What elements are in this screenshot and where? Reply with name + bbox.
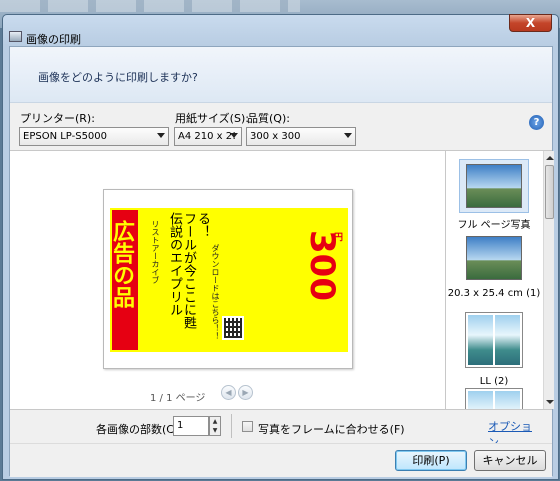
layout-thumb-wrap (459, 383, 529, 409)
two-photo-icon (465, 388, 523, 409)
title-bar: 画像の印刷 X (3, 14, 558, 46)
layout-scrollbar[interactable] (543, 151, 554, 409)
layout-thumb-wrap (459, 159, 529, 213)
copies-label: 各画像の部数(C): (96, 423, 182, 436)
divider (231, 414, 232, 438)
category-text: リストアーカイブ (151, 220, 160, 284)
window-title: 画像の印刷 (26, 33, 81, 46)
chevron-down-icon (230, 133, 238, 138)
badge-text: 広告の品 (110, 220, 135, 308)
headline-line3: る！ (195, 212, 210, 238)
copies-row: 各画像の部数(C): 1 ▲ ▼ 写真をフレームに合わせる(F) オプション..… (10, 409, 552, 449)
quality-select[interactable]: 300 x 300 (246, 127, 356, 146)
layout-thumb-wrap (459, 231, 529, 285)
layout-label: フル ページ写真 (457, 220, 531, 231)
paper-size-label: 用紙サイズ(S): (175, 112, 249, 125)
button-row: 印刷(P) キャンセル (10, 443, 552, 477)
currency-text: 円 (334, 233, 344, 243)
paper-size-value: A4 210 x 2! (178, 131, 237, 142)
layout-item-full-page[interactable]: フル ページ写真 (446, 159, 542, 231)
scrollbar-thumb[interactable] (545, 165, 554, 219)
flyer-image: 広告の品 リストアーカイブ 伝説のエイプリル フールが今ここに甦 る！ ダウンロ… (110, 208, 348, 352)
layout-item-20x25[interactable]: 20.3 x 25.4 cm (1) (446, 231, 542, 299)
stepper-up-icon[interactable]: ▲ (210, 417, 220, 426)
background-tabs (0, 0, 300, 12)
layout-label: 20.3 x 25.4 cm (1) (447, 288, 541, 299)
print-dialog: 画像の印刷 X 画像をどのように印刷しますか? プリンター(R): EPSON … (2, 14, 559, 480)
scroll-up-icon[interactable] (546, 156, 554, 160)
quality-value: 300 x 300 (250, 131, 301, 142)
page-indicator: 1 / 1 ページ (150, 393, 206, 404)
prev-page-button[interactable]: ◀ (221, 385, 236, 400)
headline-line1: 伝説のエイプリル (167, 212, 182, 316)
copies-input[interactable]: 1 (173, 416, 209, 436)
next-page-button[interactable]: ▶ (238, 385, 253, 400)
quality-label: 品質(Q): (247, 112, 290, 125)
landscape-photo-icon (466, 236, 522, 280)
fit-frame-checkbox[interactable] (242, 421, 253, 432)
paper-size-select[interactable]: A4 210 x 2! (174, 127, 242, 146)
help-icon[interactable]: ? (529, 115, 544, 130)
printer-select[interactable]: EPSON LP-S5000 (19, 127, 169, 146)
two-photo-icon (465, 312, 523, 368)
badge-block: 広告の品 (110, 210, 138, 350)
header-band: 画像をどのように印刷しますか? (10, 47, 552, 103)
chevron-down-icon (157, 133, 165, 138)
landscape-photo-icon (466, 164, 522, 208)
qr-code (222, 316, 244, 340)
copies-stepper[interactable]: ▲ ▼ (209, 416, 221, 436)
print-button[interactable]: 印刷(P) (395, 450, 467, 471)
preview-page: 広告の品 リストアーカイブ 伝説のエイプリル フールが今ここに甦 る！ ダウンロ… (103, 189, 353, 369)
printer-label: プリンター(R): (20, 112, 95, 125)
printer-value: EPSON LP-S5000 (23, 131, 108, 142)
headline-line2: フールが今ここに甦 (181, 212, 196, 329)
dialog-body: 画像をどのように印刷しますか? プリンター(R): EPSON LP-S5000… (9, 46, 554, 477)
stepper-down-icon[interactable]: ▼ (210, 426, 220, 435)
layout-list: フル ページ写真 20.3 x 25.4 cm (1) LL (2) (445, 151, 554, 409)
chevron-left-icon: ◀ (225, 388, 232, 397)
layout-item-more[interactable] (446, 383, 542, 409)
cancel-button[interactable]: キャンセル (474, 450, 546, 471)
scroll-down-icon[interactable] (546, 400, 554, 404)
printer-icon (9, 31, 22, 42)
download-text: ダウンロードはこちら！！ (211, 244, 220, 340)
fit-frame-label[interactable]: 写真をフレームに合わせる(F) (258, 421, 405, 437)
layout-item-ll[interactable]: LL (2) (446, 307, 542, 387)
settings-row: プリンター(R): EPSON LP-S5000 用紙サイズ(S): A4 21… (10, 103, 552, 151)
chevron-right-icon: ▶ (242, 388, 249, 397)
prompt-text: 画像をどのように印刷しますか? (38, 71, 198, 84)
layout-thumb-wrap (459, 307, 529, 373)
chevron-down-icon (344, 133, 352, 138)
close-button[interactable]: X (509, 14, 552, 32)
print-preview: 広告の品 リストアーカイブ 伝説のエイプリル フールが今ここに甦 る！ ダウンロ… (10, 151, 444, 409)
